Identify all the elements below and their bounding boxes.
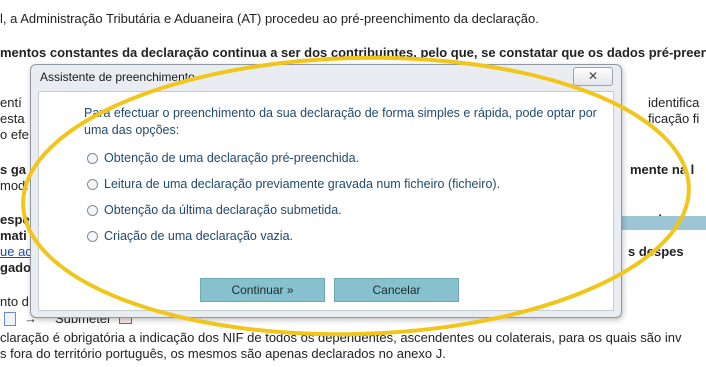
bg-text-line-14: s fora do território português, os mesmo…: [0, 346, 446, 361]
continue-button[interactable]: Continuar »: [200, 278, 325, 302]
option-read-file[interactable]: Leitura de uma declaração previamente gr…: [87, 177, 500, 191]
bg-text-line-13: claração é obrigatória a indicação dos N…: [0, 330, 682, 345]
option-prefilled-label: Obtenção de uma declaração pré-preenchid…: [104, 151, 360, 165]
option-last-submitted[interactable]: Obtenção da última declaração submetida.: [87, 203, 342, 217]
dialog-prompt: Para efectuar o preenchimento da sua dec…: [84, 106, 597, 137]
cancel-button[interactable]: Cancelar: [334, 278, 459, 302]
bg-text-line-11: gado: [0, 260, 32, 275]
bg-text-line-1: l, a Administração Tributária e Aduaneir…: [0, 11, 539, 26]
bg-text-line-4: esta: [0, 111, 25, 126]
radio-read-file[interactable]: [87, 178, 98, 190]
radio-prefilled[interactable]: [87, 152, 98, 164]
bg-text-line-3: entí: [0, 95, 22, 110]
bg-text-line-12: nto d: [0, 294, 29, 309]
option-empty[interactable]: Criação de uma declaração vazia.: [87, 229, 293, 243]
option-empty-label: Criação de uma declaração vazia.: [104, 229, 293, 243]
bg-right-fragment-3: mente na l: [630, 162, 695, 177]
dialog-body: Para efectuar o preenchimento da sua dec…: [38, 91, 614, 311]
bg-text-line-10[interactable]: ue ac: [0, 244, 32, 260]
close-icon: ✕: [587, 69, 599, 83]
radio-empty[interactable]: [87, 230, 98, 242]
radio-last-submitted[interactable]: [87, 204, 98, 216]
bg-text-line-6: s ga: [0, 162, 27, 177]
close-button[interactable]: ✕: [573, 67, 613, 86]
prefill-assistant-dialog: Assistente de preenchimento ✕ Para efect…: [30, 64, 622, 318]
bg-right-fragment-5: s despes: [628, 244, 684, 259]
bg-text-line-2: mentos constantes da declaração continua…: [0, 45, 706, 60]
bg-text-line-7: modi: [0, 178, 29, 193]
bg-text-line-8: espe: [0, 212, 30, 227]
option-prefilled[interactable]: Obtenção de uma declaração pré-preenchid…: [87, 151, 359, 165]
bg-text-line-5: o efe: [0, 127, 29, 142]
document-icon[interactable]: [4, 311, 16, 326]
bg-right-fragment-2: ficação fi: [648, 111, 700, 126]
option-read-file-label: Leitura de uma declaração previamente gr…: [104, 177, 501, 191]
bg-text-line-9: mati: [0, 228, 27, 243]
option-last-submitted-label: Obtenção da última declaração submetida.: [104, 203, 342, 217]
dialog-title: Assistente de preenchimento: [40, 70, 195, 84]
bg-highlight-bar: [622, 216, 706, 230]
bg-right-fragment-1: identifica: [648, 95, 700, 110]
